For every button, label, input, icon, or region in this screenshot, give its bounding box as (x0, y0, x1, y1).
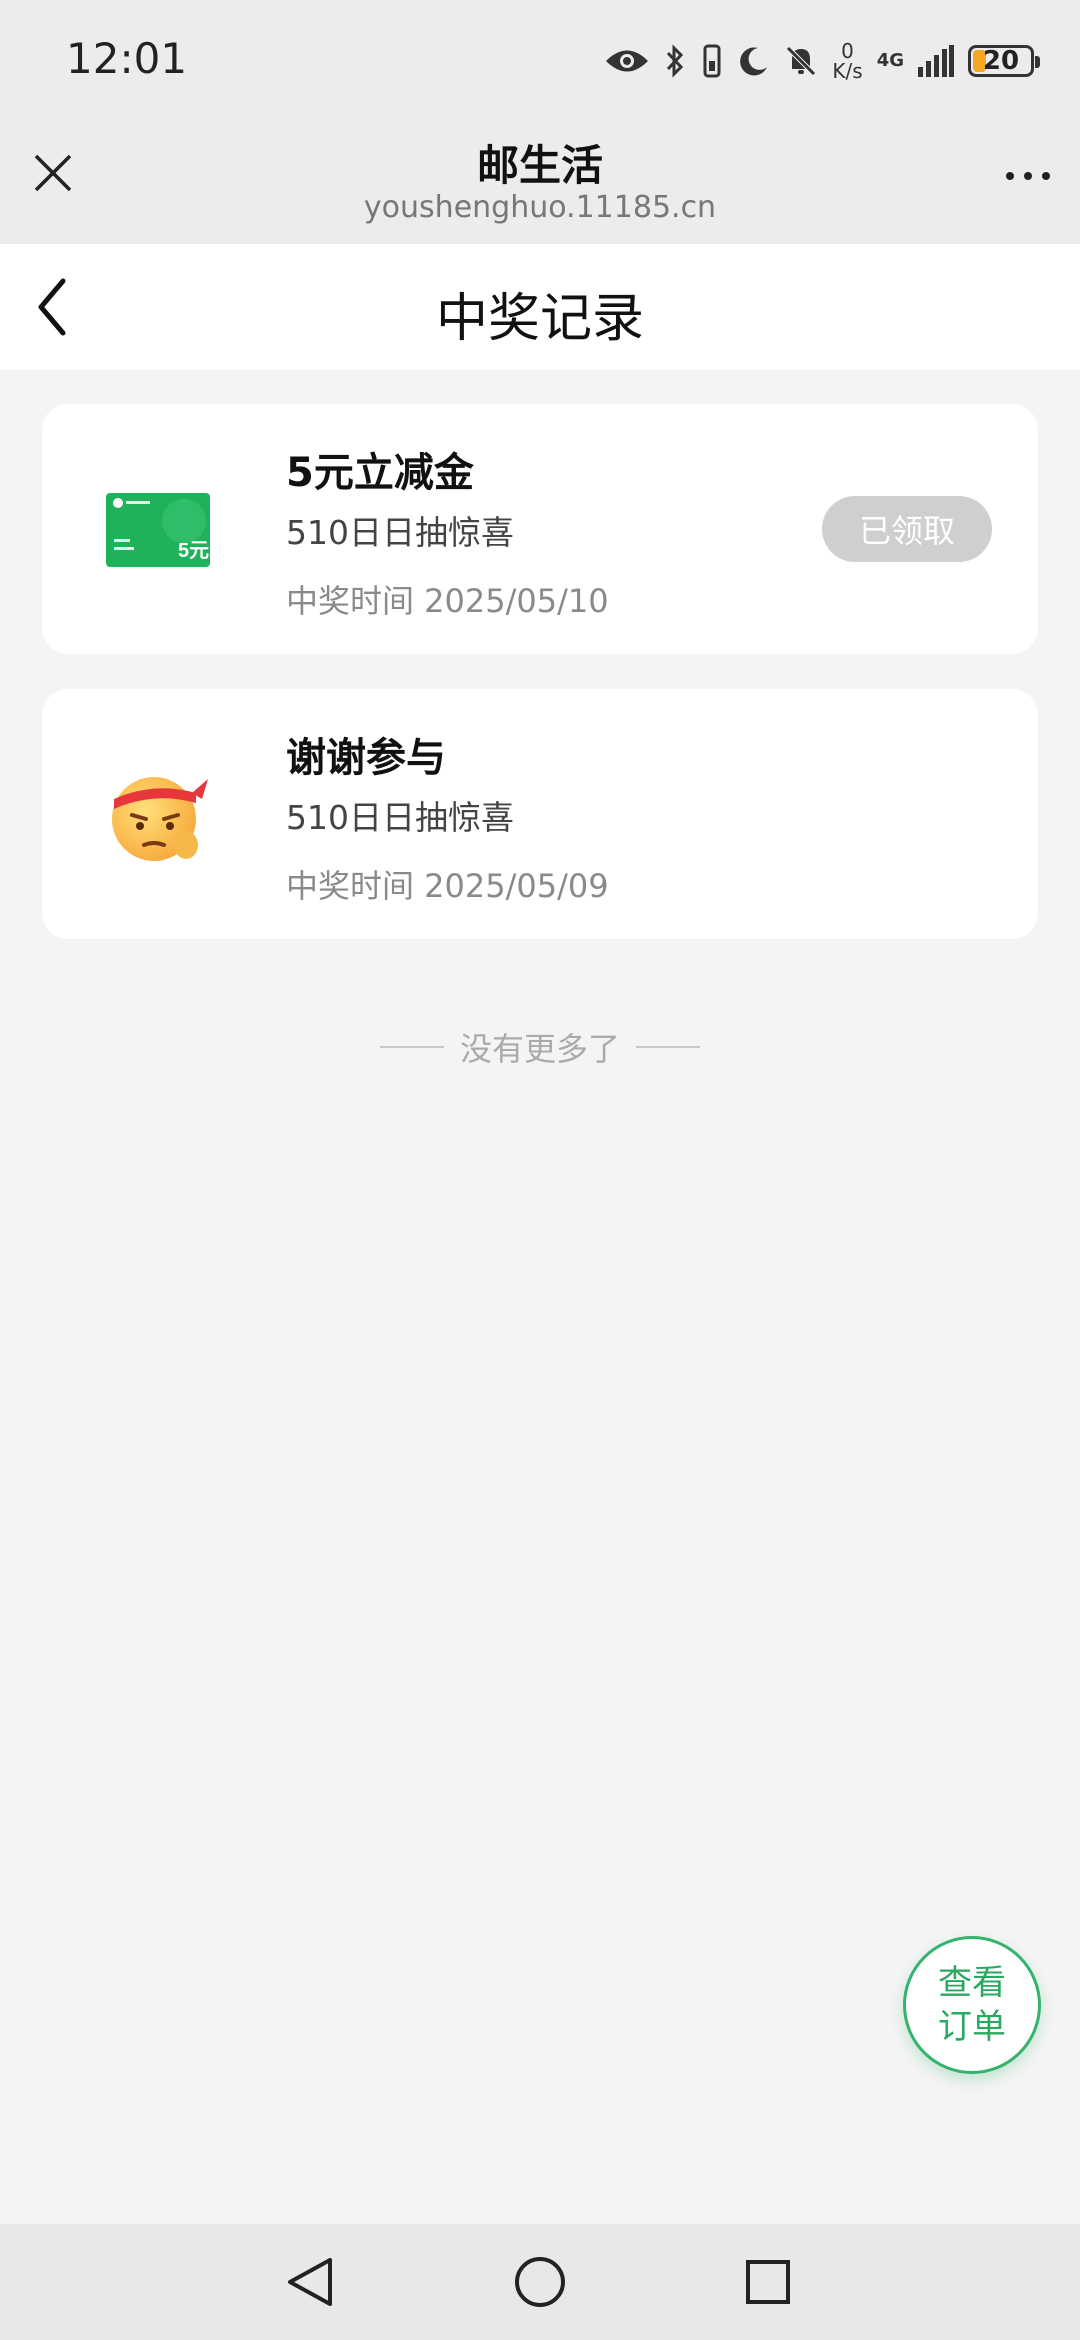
prize-title: 谢谢参与 (286, 735, 446, 781)
view-orders-button[interactable]: 查看 订单 (903, 1936, 1041, 2074)
status-icons: 0 K/s 4G 20 (604, 36, 1040, 86)
divider-line (636, 1046, 700, 1048)
emoji-face-icon (104, 765, 212, 865)
page-title: 中奖记录 (435, 289, 644, 349)
web-url: youshenghuo.11185.cn (363, 190, 717, 225)
status-bar: 12:01 0 K/s 4G 20 (0, 0, 1080, 120)
more-dot (1024, 172, 1032, 180)
prize-activity: 510日日抽惊喜 (286, 798, 514, 837)
navigation-bar (0, 2224, 1080, 2340)
nav-recents-button[interactable] (738, 2252, 798, 2312)
divider-line (379, 1046, 444, 1048)
prize-time: 中奖时间 2025/05/09 (286, 867, 609, 905)
network-speed: 0 K/s (832, 39, 863, 83)
status-time: 12:01 (66, 34, 188, 83)
nav-back-button[interactable] (280, 2252, 340, 2312)
view-orders-label: 查看 订单 (938, 1963, 1006, 2047)
network-type: 4G (876, 50, 904, 71)
signal-icon (918, 45, 954, 77)
nav-home-button[interactable] (510, 2252, 570, 2312)
more-dot (1042, 172, 1050, 180)
prize-time: 中奖时间 2025/05/10 (286, 582, 609, 620)
record-card[interactable]: 谢谢参与 510日日抽惊喜 中奖时间 2025/05/09 (42, 689, 1038, 939)
more-dot (1006, 172, 1014, 180)
prize-title: 5元立减金 (286, 450, 474, 496)
claimed-status-button[interactable]: 已领取 (822, 496, 992, 562)
eye-icon (606, 50, 649, 72)
square-recents-icon (746, 2260, 790, 2304)
voucher-amount: 5元 (178, 540, 209, 562)
bell-off-icon (786, 46, 817, 76)
voucher-card-icon: 5元 (104, 480, 212, 580)
no-more-indicator: 没有更多了 (0, 1024, 1080, 1070)
web-title: 邮生活 (476, 141, 603, 190)
web-header: 邮生活 youshenghuo.11185.cn (0, 120, 1080, 244)
no-more-text: 没有更多了 (459, 1030, 620, 1068)
battery-icon: 20 (968, 45, 1040, 77)
vibrate-icon (703, 44, 721, 78)
circle-home-icon (515, 2257, 565, 2307)
page-header: 中奖记录 (0, 244, 1080, 370)
more-button[interactable] (1006, 172, 1050, 180)
moon-icon (740, 47, 768, 76)
bluetooth-icon (667, 44, 684, 78)
prize-activity: 510日日抽惊喜 (286, 513, 514, 552)
record-card[interactable]: 5元 5元立减金 510日日抽惊喜 中奖时间 2025/05/10 已领取 (42, 404, 1038, 654)
triangle-back-icon (288, 2258, 332, 2306)
